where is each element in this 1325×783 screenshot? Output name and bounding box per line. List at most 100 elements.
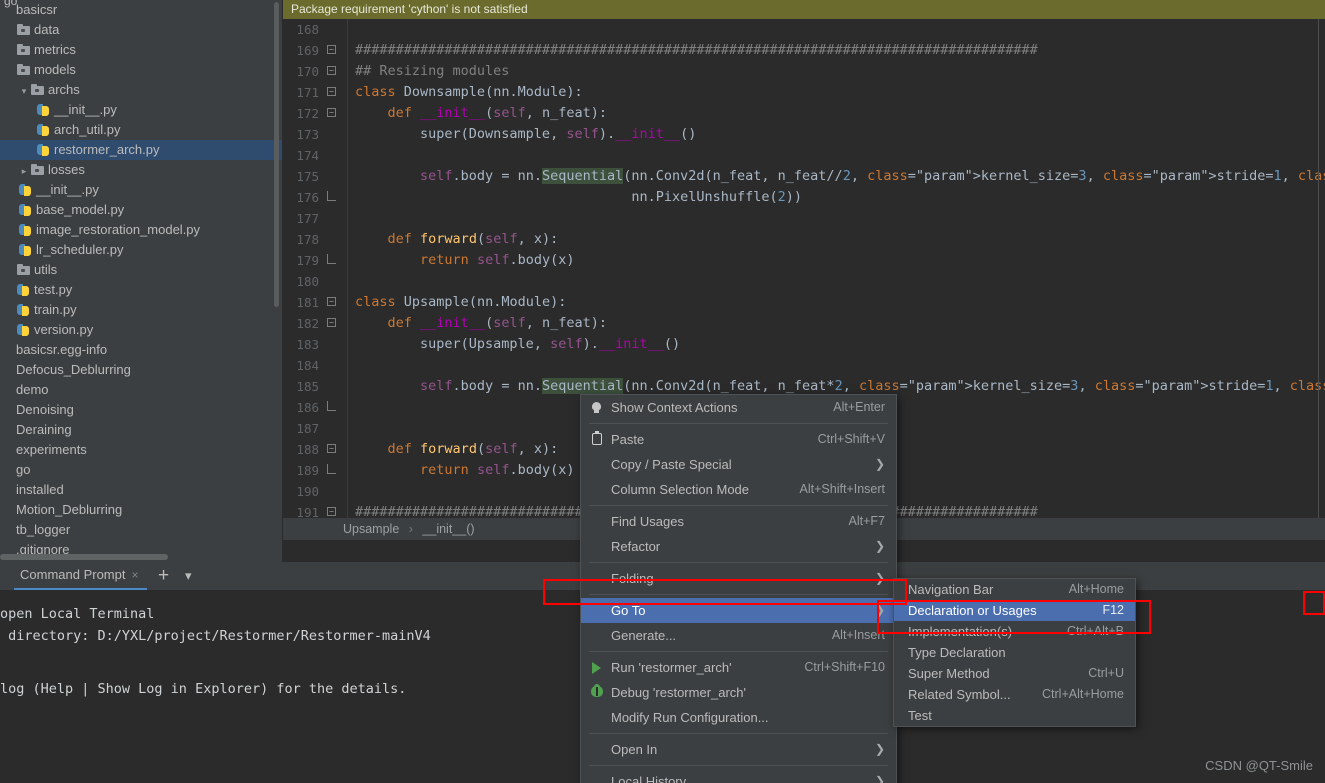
menu-item-generate[interactable]: Generate... Alt+Insert [581, 623, 896, 648]
menu-item-run-restormer-arch[interactable]: Run 'restormer_arch' Ctrl+Shift+F10 [581, 655, 896, 680]
code-line-172[interactable]: 172− def __init__(self, n_feat): [283, 103, 1325, 124]
submenu-item-super-method[interactable]: Super Method Ctrl+U [894, 663, 1135, 684]
submenu-item-test[interactable]: Test [894, 705, 1135, 726]
menu-item-local-history[interactable]: Local History ❯ [581, 769, 896, 783]
menu-item-folding[interactable]: Folding ❯ [581, 566, 896, 591]
sidebar-vertical-scrollbar[interactable] [274, 2, 279, 307]
tree-item-train-py[interactable]: train.py [0, 300, 282, 320]
submenu-item-related-symbol[interactable]: Related Symbol... Ctrl+Alt+Home [894, 684, 1135, 705]
code-line-177[interactable]: 177 [283, 208, 1325, 229]
code-line-180[interactable]: 180 [283, 271, 1325, 292]
menu-item-debug-restormer-arch[interactable]: Debug 'restormer_arch' [581, 680, 896, 705]
breadcrumb-item-class[interactable]: Upsample [343, 522, 399, 536]
python-file-icon [36, 123, 51, 137]
chevron-down-icon[interactable]: ▾ [185, 566, 192, 586]
menu-item-column-selection-mode[interactable]: Column Selection Mode Alt+Shift+Insert [581, 477, 896, 502]
code-line-171[interactable]: 171− class Downsample(nn.Module): [283, 82, 1325, 103]
code-line-183[interactable]: 183 super(Upsample, self).__init__() [283, 334, 1325, 355]
go-to-submenu[interactable]: Navigation Bar Alt+Home Declaration or Usa… [893, 578, 1136, 727]
code-line-173[interactable]: 173 super(Downsample, self).__init__() [283, 124, 1325, 145]
tree-item-metrics[interactable]: metrics [0, 40, 282, 60]
code-line-169[interactable]: 169− ####################################… [283, 40, 1325, 61]
tree-item-losses[interactable]: ▸ losses [0, 160, 282, 180]
menu-item-show-context-actions[interactable]: Show Context Actions Alt+Enter [581, 395, 896, 420]
python-file-icon [36, 103, 51, 117]
line-number: 188 [296, 442, 319, 457]
tree-item-lr-scheduler-py[interactable]: lr_scheduler.py [0, 240, 282, 260]
code-line-168[interactable]: 168 [283, 19, 1325, 40]
tree-item-go[interactable]: go [0, 460, 282, 480]
menu-item-modify-run-configuration[interactable]: Modify Run Configuration... [581, 705, 896, 730]
tree-item--init-py[interactable]: __init__.py [0, 100, 282, 120]
menu-item-label: Modify Run Configuration... [611, 710, 769, 725]
fold-collapse-icon[interactable]: − [327, 318, 336, 327]
tree-item-deraining[interactable]: Deraining [0, 420, 282, 440]
folder-icon [16, 263, 31, 277]
line-number: 176 [296, 190, 319, 205]
fold-collapse-icon[interactable]: − [327, 444, 336, 453]
fold-collapse-icon[interactable]: − [327, 297, 336, 306]
tree-item-denoising[interactable]: Denoising [0, 400, 282, 420]
submenu-item-shortcut: Ctrl+Alt+B [1067, 624, 1124, 638]
menu-item-paste[interactable]: Paste Ctrl+Shift+V [581, 427, 896, 452]
submenu-item-type-declaration[interactable]: Type Declaration [894, 642, 1135, 663]
project-tree[interactable]: basicsr data metrics models ▾ archs __init__.p… [0, 0, 282, 560]
chevron-down-icon[interactable]: ▾ [18, 81, 30, 101]
code-line-179[interactable]: 179 return self.body(x) [283, 250, 1325, 271]
code-line-170[interactable]: 170− ## Resizing modules [283, 61, 1325, 82]
menu-item-find-usages[interactable]: Find Usages Alt+F7 [581, 509, 896, 534]
fold-collapse-icon[interactable]: − [327, 45, 336, 54]
code-line-184[interactable]: 184 [283, 355, 1325, 376]
close-icon[interactable]: × [131, 568, 138, 582]
tree-item-motion-deblurring[interactable]: Motion_Deblurring [0, 500, 282, 520]
submenu-item-shortcut: F12 [1102, 603, 1124, 617]
tree-item-tb-logger[interactable]: tb_logger [0, 520, 282, 540]
tree-item-basicsr-egg-info[interactable]: basicsr.egg-info [0, 340, 282, 360]
tree-item-arch-util-py[interactable]: arch_util.py [0, 120, 282, 140]
project-tree-panel[interactable]: go basicsr data metrics models ▾ archs __init_… [0, 0, 282, 562]
submenu-item-declaration-or-usages[interactable]: Declaration or Usages F12 [894, 600, 1135, 621]
tree-item--init-py[interactable]: __init__.py [0, 180, 282, 200]
menu-item-shortcut: Alt+Enter [833, 400, 885, 414]
tree-item-restormer-arch-py[interactable]: restormer_arch.py [0, 140, 282, 160]
code-line-181[interactable]: 181− class Upsample(nn.Module): [283, 292, 1325, 313]
chevron-right-icon[interactable]: ▸ [18, 161, 30, 181]
submenu-item-label: Navigation Bar [908, 582, 994, 597]
code-line-176[interactable]: 176 nn.PixelUnshuffle(2)) [283, 187, 1325, 208]
code-line-174[interactable]: 174 [283, 145, 1325, 166]
tree-item-data[interactable]: data [0, 20, 282, 40]
code-line-182[interactable]: 182− def __init__(self, n_feat): [283, 313, 1325, 334]
line-number: 189 [296, 463, 319, 478]
terminal-tab-command-prompt[interactable]: Command Prompt × [14, 562, 147, 590]
breadcrumb-item-method[interactable]: __init__() [422, 522, 474, 536]
fold-collapse-icon[interactable]: − [327, 87, 336, 96]
submenu-item-label: Related Symbol... [908, 687, 1011, 702]
tree-item-demo[interactable]: demo [0, 380, 282, 400]
tree-item-version-py[interactable]: version.py [0, 320, 282, 340]
submenu-item-implementation-s[interactable]: Implementation(s) Ctrl+Alt+B [894, 621, 1135, 642]
tree-item-experiments[interactable]: experiments [0, 440, 282, 460]
code-line-178[interactable]: 178 def forward(self, x): [283, 229, 1325, 250]
tree-item-test-py[interactable]: test.py [0, 280, 282, 300]
menu-item-refactor[interactable]: Refactor ❯ [581, 534, 896, 559]
submenu-item-navigation-bar[interactable]: Navigation Bar Alt+Home [894, 579, 1135, 600]
menu-item-open-in[interactable]: Open In ❯ [581, 737, 896, 762]
plus-icon[interactable]: + [158, 565, 169, 587]
fold-collapse-icon[interactable]: − [327, 66, 336, 75]
editor-context-menu[interactable]: Show Context Actions Alt+Enter Paste Ctrl+S… [580, 394, 897, 783]
tree-item-utils[interactable]: utils [0, 260, 282, 280]
sidebar-horizontal-scrollbar[interactable] [0, 554, 168, 560]
menu-item-go-to[interactable]: Go To ❯ [581, 598, 896, 623]
tree-item-base-model-py[interactable]: base_model.py [0, 200, 282, 220]
code-line-175[interactable]: 175 self.body = nn.Sequential(nn.Conv2d(… [283, 166, 1325, 187]
tree-item-defocus-deblurring[interactable]: Defocus_Deblurring [0, 360, 282, 380]
tree-item-models[interactable]: models [0, 60, 282, 80]
tree-item-archs[interactable]: ▾ archs [0, 80, 282, 100]
fold-collapse-icon[interactable]: − [327, 507, 336, 516]
fold-collapse-icon[interactable]: − [327, 108, 336, 117]
tree-item-image-restoration-model-py[interactable]: image_restoration_model.py [0, 220, 282, 240]
ide-window: go basicsr data metrics models ▾ archs __init_… [0, 0, 1325, 783]
menu-item-copy-paste-special[interactable]: Copy / Paste Special ❯ [581, 452, 896, 477]
tree-item-basicsr[interactable]: basicsr [0, 0, 282, 20]
tree-item-installed[interactable]: installed [0, 480, 282, 500]
